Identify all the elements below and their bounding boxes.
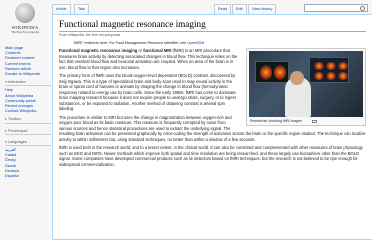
- top-tabs-bar: Article Talk Read Edit View history: [52, 0, 372, 14]
- brain-scan-image: [260, 65, 272, 80]
- image-caption: Researcher checking fMRI images: [249, 117, 363, 123]
- brain-scan-image: [326, 62, 336, 70]
- print-heading[interactable]: ▸ Print/export: [5, 129, 51, 135]
- search-input[interactable]: [304, 4, 368, 12]
- researcher-head: [290, 71, 304, 85]
- article-content: Functional magnetic resonance imaging Fr…: [52, 14, 372, 240]
- tab-talk[interactable]: Talk: [74, 4, 89, 14]
- languages-heading[interactable]: ▾ Languages: [5, 140, 51, 147]
- brain-scan-image: [338, 62, 348, 70]
- puzzle-globe-icon: [15, 3, 35, 23]
- brain-scan-image: [314, 62, 324, 70]
- language-link[interactable]: Español: [5, 173, 51, 178]
- tab-article[interactable]: Article: [52, 4, 71, 14]
- sidebar-nav: Main page Contents Featured content Curr…: [5, 45, 51, 178]
- paragraph-usage: fMRI is used both in the research world,…: [59, 145, 363, 167]
- fmri-researcher-photo[interactable]: [249, 51, 363, 117]
- wikipedia-logo[interactable]: WIKIPEDIA The Free Encyclopedia: [8, 2, 42, 38]
- article-image-box: Researcher checking fMRI images: [246, 48, 366, 126]
- logo-tagline: The Free Encyclopedia: [11, 30, 39, 34]
- hatnote-link[interactable]: OpenBSM: [187, 41, 204, 45]
- monitor-left: [255, 61, 289, 83]
- enlarge-icon[interactable]: [311, 119, 317, 123]
- monitor-right: [309, 57, 349, 83]
- interaction-heading[interactable]: ▾ Interaction: [5, 80, 51, 87]
- brain-scan-image: [326, 72, 336, 80]
- sidebar: WIKIPEDIA The Free Encyclopedia Main pag…: [0, 0, 52, 240]
- toolbox-heading[interactable]: ▸ Toolbox: [5, 117, 51, 124]
- brain-scan-image: [314, 72, 324, 80]
- search-icon[interactable]: [360, 6, 365, 11]
- tab-read[interactable]: Read: [214, 4, 232, 14]
- page-subtitle: From Wikipedia, the free encyclopedia: [59, 33, 121, 37]
- page-title: Functional magnetic resonance imaging: [59, 19, 366, 32]
- tab-edit[interactable]: Edit: [232, 4, 247, 14]
- brain-scan-image: [274, 65, 286, 80]
- hatnote: "fMRI" redirects here. For Fault Managem…: [73, 41, 205, 45]
- tab-view-history[interactable]: View history: [248, 4, 277, 14]
- brain-scan-image: [338, 72, 348, 80]
